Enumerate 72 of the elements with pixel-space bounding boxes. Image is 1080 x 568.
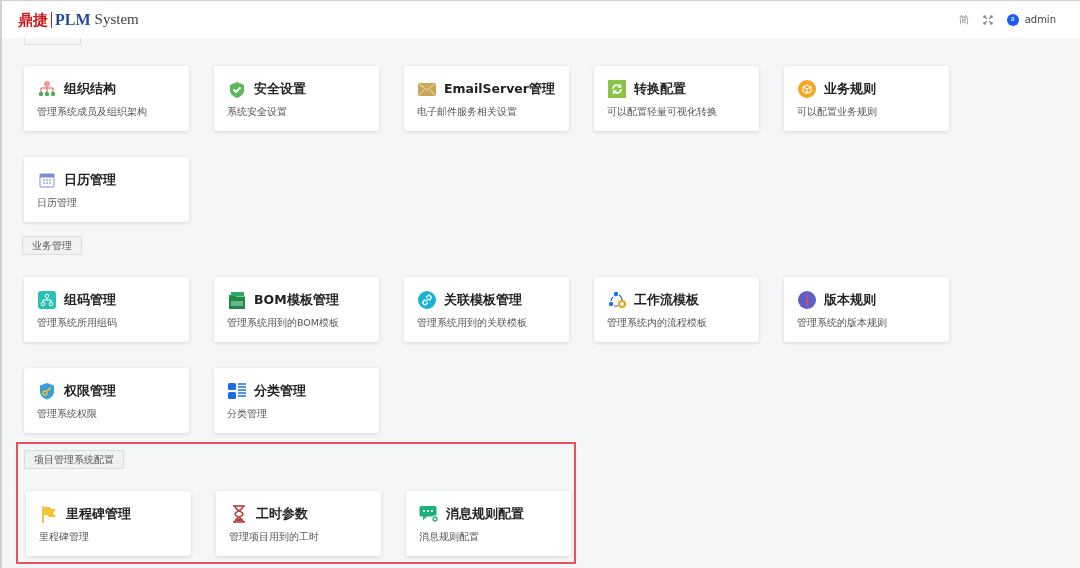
settings-card[interactable]: 业务规则 可以配置业务规则 [784, 66, 949, 131]
settings-card[interactable]: 日历管理 日历管理 [24, 157, 189, 222]
settings-card[interactable]: 分类管理 分类管理 [214, 368, 379, 433]
card-description: 管理项目用到的工时 [229, 530, 320, 544]
logo-mark: 鼎捷 [18, 11, 52, 28]
card-description: 可以配置业务规则 [797, 105, 878, 119]
card-title: 分类管理 [254, 381, 306, 400]
fullscreen-icon[interactable] [982, 14, 993, 25]
settings-card[interactable]: 版本规则 管理系统的版本规则 [784, 277, 949, 342]
card-description: 系统安全设置 [227, 105, 288, 119]
settings-card[interactable]: 组码管理 管理系统所用组码 [24, 277, 189, 342]
settings-card[interactable]: 工作流模板 管理系统内的流程模板 [594, 277, 759, 342]
card-title: 业务规则 [824, 79, 876, 98]
hierarchy-icon [38, 291, 56, 309]
workflow-icon [607, 291, 627, 309]
card-description: 消息规则配置 [419, 530, 480, 544]
document-stack-icon [228, 291, 246, 309]
section-label: 项目管理系统配置 [24, 450, 124, 469]
settings-card[interactable]: 消息规则配置 消息规则配置 [406, 491, 571, 556]
settings-card[interactable]: 工时参数 管理项目用到的工时 [216, 491, 381, 556]
card-title: 组码管理 [64, 290, 116, 309]
card-title: 消息规则配置 [446, 504, 524, 523]
chat-bubble-icon [419, 505, 439, 523]
hourglass-icon [232, 505, 246, 523]
language-toggle[interactable]: 简 [958, 12, 969, 27]
card-description: 管理系统成员及组织架构 [37, 105, 148, 119]
card-title: 安全设置 [254, 79, 306, 98]
settings-card[interactable]: 里程碑管理 里程碑管理 [26, 491, 191, 556]
flag-icon [41, 505, 57, 523]
settings-card[interactable]: 安全设置 系统安全设置 [214, 66, 379, 131]
category-list-icon [228, 382, 246, 400]
settings-card[interactable]: 转换配置 可以配置轻量可视化转换 [594, 66, 759, 131]
box-icon [798, 80, 816, 98]
card-description: 管理系统权限 [37, 407, 98, 421]
card-description: 管理系统用到的关联模板 [417, 316, 528, 330]
settings-card[interactable]: 权限管理 管理系统权限 [24, 368, 189, 433]
card-title: 工时参数 [256, 504, 308, 523]
link-icon [418, 291, 436, 309]
logo-text: PLM [55, 9, 91, 30]
org-chart-icon [38, 80, 56, 98]
logo-subtitle: System [94, 10, 139, 30]
card-title: 版本规则 [824, 290, 876, 309]
settings-card[interactable]: 关联模板管理 管理系统用到的关联模板 [404, 277, 569, 342]
card-description: 管理系统所用组码 [37, 316, 118, 330]
card-title: 关联模板管理 [444, 290, 522, 309]
card-title: 日历管理 [64, 170, 116, 189]
envelope-icon [418, 82, 436, 96]
card-title: EmailServer管理 [444, 79, 555, 98]
card-title: 组织结构 [64, 79, 116, 98]
card-description: 电子邮件服务相关设置 [417, 105, 518, 119]
calendar-icon [39, 172, 55, 188]
refresh-icon [608, 80, 626, 98]
shield-key-icon [39, 382, 55, 400]
info-icon [798, 291, 816, 309]
card-description: 管理系统的版本规则 [797, 316, 888, 330]
card-description: 可以配置轻量可视化转换 [607, 105, 718, 119]
card-title: 里程碑管理 [66, 504, 131, 523]
section-label: 业务管理 [22, 236, 82, 255]
card-description: 日历管理 [37, 196, 78, 210]
settings-card[interactable]: BOM模板管理 管理系统用到的BOM模板 [214, 277, 379, 342]
shield-check-icon [229, 80, 245, 98]
card-description: 管理系统用到的BOM模板 [227, 316, 341, 330]
settings-card[interactable]: 组织结构 管理系统成员及组织架构 [24, 66, 189, 131]
card-title: 权限管理 [64, 381, 116, 400]
settings-card[interactable]: EmailServer管理 电子邮件服务相关设置 [404, 66, 569, 131]
card-description: 里程碑管理 [39, 530, 90, 544]
card-title: BOM模板管理 [254, 290, 339, 309]
card-title: 工作流模板 [634, 290, 699, 309]
card-description: 分类管理 [227, 407, 268, 421]
card-title: 转换配置 [634, 79, 686, 98]
user-name[interactable]: admin [1024, 12, 1056, 27]
card-description: 管理系统内的流程模板 [607, 316, 708, 330]
